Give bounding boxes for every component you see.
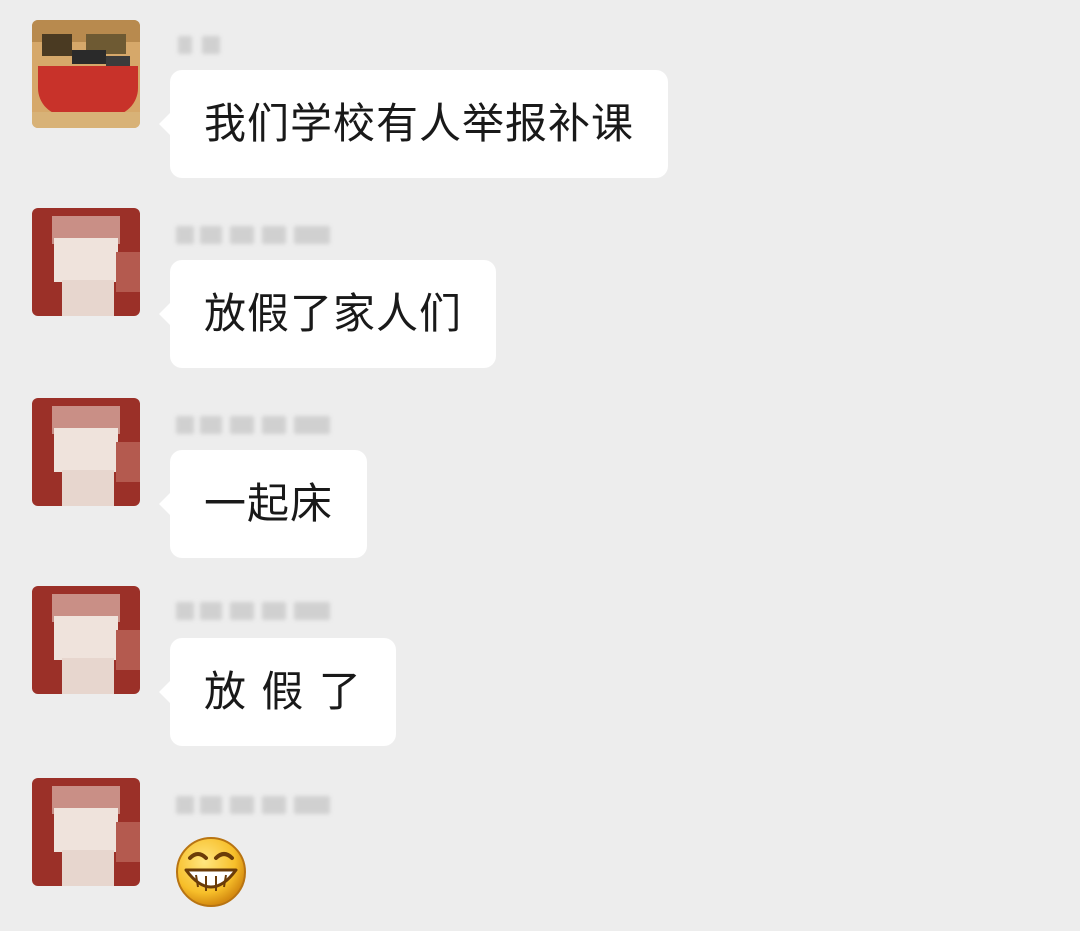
- avatar-person-icon[interactable]: [32, 208, 140, 316]
- avatar-person-icon[interactable]: [32, 586, 140, 694]
- message-text: 一起床: [204, 479, 334, 528]
- message-text: 我们学校有人举报补课: [204, 99, 635, 148]
- grinning-laugh-emoji-icon[interactable]: [170, 828, 252, 910]
- message-bubble[interactable]: 一起床: [158, 450, 368, 558]
- sender-name-blurred: [172, 220, 338, 250]
- chat-message-list[interactable]: 我们学校有人举报补课 放假了家人们 一起床 放 假 了: [0, 0, 1080, 931]
- avatar-person-icon[interactable]: [32, 778, 140, 886]
- chat-message: 我们学校有人举报补课: [0, 0, 1080, 190]
- message-bubble[interactable]: 放 假 了: [159, 638, 396, 746]
- message-text: 放假了家人们: [204, 289, 463, 338]
- sender-name-blurred: [172, 30, 272, 60]
- sender-name-blurred: [172, 790, 338, 820]
- sender-name-blurred: [172, 410, 338, 440]
- avatar-person-icon[interactable]: [32, 398, 140, 506]
- chat-message: 放 假 了: [0, 570, 1080, 760]
- chat-message: 放假了家人们: [0, 190, 1080, 380]
- sender-name-blurred: [172, 596, 338, 626]
- message-text: 放 假 了: [204, 667, 362, 716]
- message-bubble[interactable]: 我们学校有人举报补课: [158, 70, 669, 178]
- chat-message: 一起床: [0, 380, 1080, 570]
- chat-message: [0, 760, 1080, 931]
- grinning-laugh-emoji-icon: [176, 837, 246, 907]
- avatar-food-icon[interactable]: [32, 20, 140, 128]
- message-bubble[interactable]: 放假了家人们: [158, 260, 497, 368]
